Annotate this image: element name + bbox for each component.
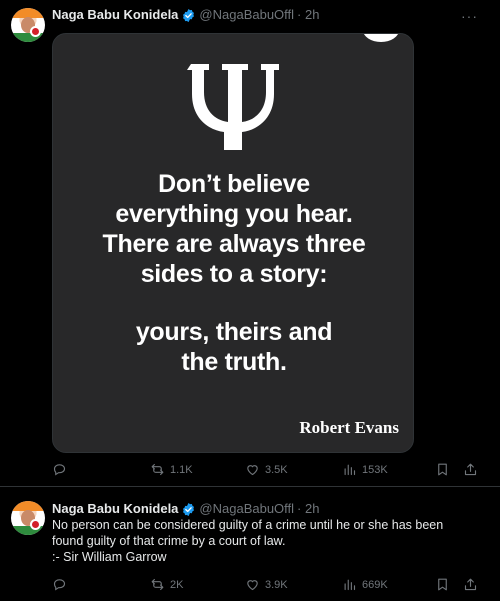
- share-icon: [464, 463, 477, 476]
- author-name[interactable]: Naga Babu Konidela: [52, 501, 178, 517]
- psi-symbol-icon: [187, 64, 279, 150]
- like-button[interactable]: 3.5K: [245, 462, 288, 477]
- share-button[interactable]: [463, 577, 478, 592]
- tweet-header: Naga Babu Konidela @NagaBabuOffl · 2h: [52, 501, 319, 517]
- avatar-party-badge: [30, 26, 41, 37]
- avatar-party-badge: [30, 519, 41, 530]
- reply-icon: [53, 579, 66, 591]
- reply-button[interactable]: [52, 577, 67, 592]
- tweet-2[interactable]: Naga Babu Konidela @NagaBabuOffl · 2h No…: [0, 487, 500, 601]
- share-button[interactable]: [463, 462, 478, 477]
- tweet-text: No person can be considered guilty of a …: [52, 517, 482, 565]
- bookmark-icon: [438, 463, 447, 476]
- views-count: 669K: [362, 578, 388, 591]
- avatar[interactable]: [11, 501, 45, 535]
- tweet-text-line: :- Sir William Garrow: [52, 550, 167, 564]
- views-button[interactable]: 669K: [342, 577, 388, 592]
- retweet-count: 1.1K: [170, 463, 193, 476]
- tweet-1[interactable]: Naga Babu Konidela @NagaBabuOffl · 2h ··…: [0, 0, 500, 486]
- like-button[interactable]: 3.9K: [245, 577, 288, 592]
- quote-author: Robert Evans: [299, 418, 399, 437]
- like-icon: [247, 465, 258, 476]
- quote-line: sides to a story:: [140, 260, 328, 288]
- quote-line: There are always three: [102, 230, 366, 258]
- retweet-icon: [151, 578, 164, 591]
- reply-button[interactable]: [52, 462, 67, 477]
- share-icon: [464, 578, 477, 591]
- quote-line: Don’t believe: [158, 170, 310, 198]
- like-icon: [247, 580, 258, 591]
- views-button[interactable]: 153K: [342, 462, 388, 477]
- bookmark-icon: [438, 578, 447, 591]
- like-count: 3.5K: [265, 463, 288, 476]
- bookmark-button[interactable]: [435, 577, 450, 592]
- tweet-text-line: found guilty of that crime by a court of…: [52, 534, 286, 548]
- views-icon: [344, 464, 356, 476]
- author-handle[interactable]: @NagaBabuOffl: [199, 501, 294, 517]
- quote-line: yours, theirs and: [135, 318, 333, 346]
- views-count: 153K: [362, 463, 388, 476]
- verified-badge-icon: [183, 8, 195, 22]
- more-icon[interactable]: ···: [461, 8, 478, 24]
- tweet-time[interactable]: · 2h: [297, 7, 319, 23]
- avatar[interactable]: [11, 8, 45, 42]
- tweet-time[interactable]: · 2h: [297, 501, 319, 517]
- quote-line: the truth.: [181, 348, 287, 376]
- tweet-actions: 1.1K 3.5K 153K: [52, 462, 480, 482]
- like-count: 3.9K: [265, 578, 288, 591]
- views-icon: [344, 579, 356, 591]
- tweet-image[interactable]: Don’t believe everything you hear. There…: [52, 33, 414, 453]
- reply-icon: [53, 464, 66, 476]
- author-handle[interactable]: @NagaBabuOffl: [199, 7, 294, 23]
- retweet-count: 2K: [170, 578, 184, 591]
- bookmark-button[interactable]: [435, 462, 450, 477]
- quote-text: Don’t believe everything you hear. There…: [53, 169, 413, 377]
- tweet-actions: 2K 3.9K 669K: [52, 577, 480, 597]
- tweet-text-line: No person can be considered guilty of a …: [52, 518, 444, 532]
- quote-line: everything you hear.: [115, 200, 353, 228]
- image-corner-highlight: [363, 34, 399, 42]
- verified-badge-icon: [183, 502, 195, 516]
- retweet-icon: [151, 463, 164, 476]
- quote-gap: [53, 289, 413, 317]
- retweet-button[interactable]: 2K: [150, 577, 183, 592]
- author-name[interactable]: Naga Babu Konidela: [52, 7, 178, 23]
- retweet-button[interactable]: 1.1K: [150, 462, 193, 477]
- tweet-header: Naga Babu Konidela @NagaBabuOffl · 2h: [52, 7, 319, 23]
